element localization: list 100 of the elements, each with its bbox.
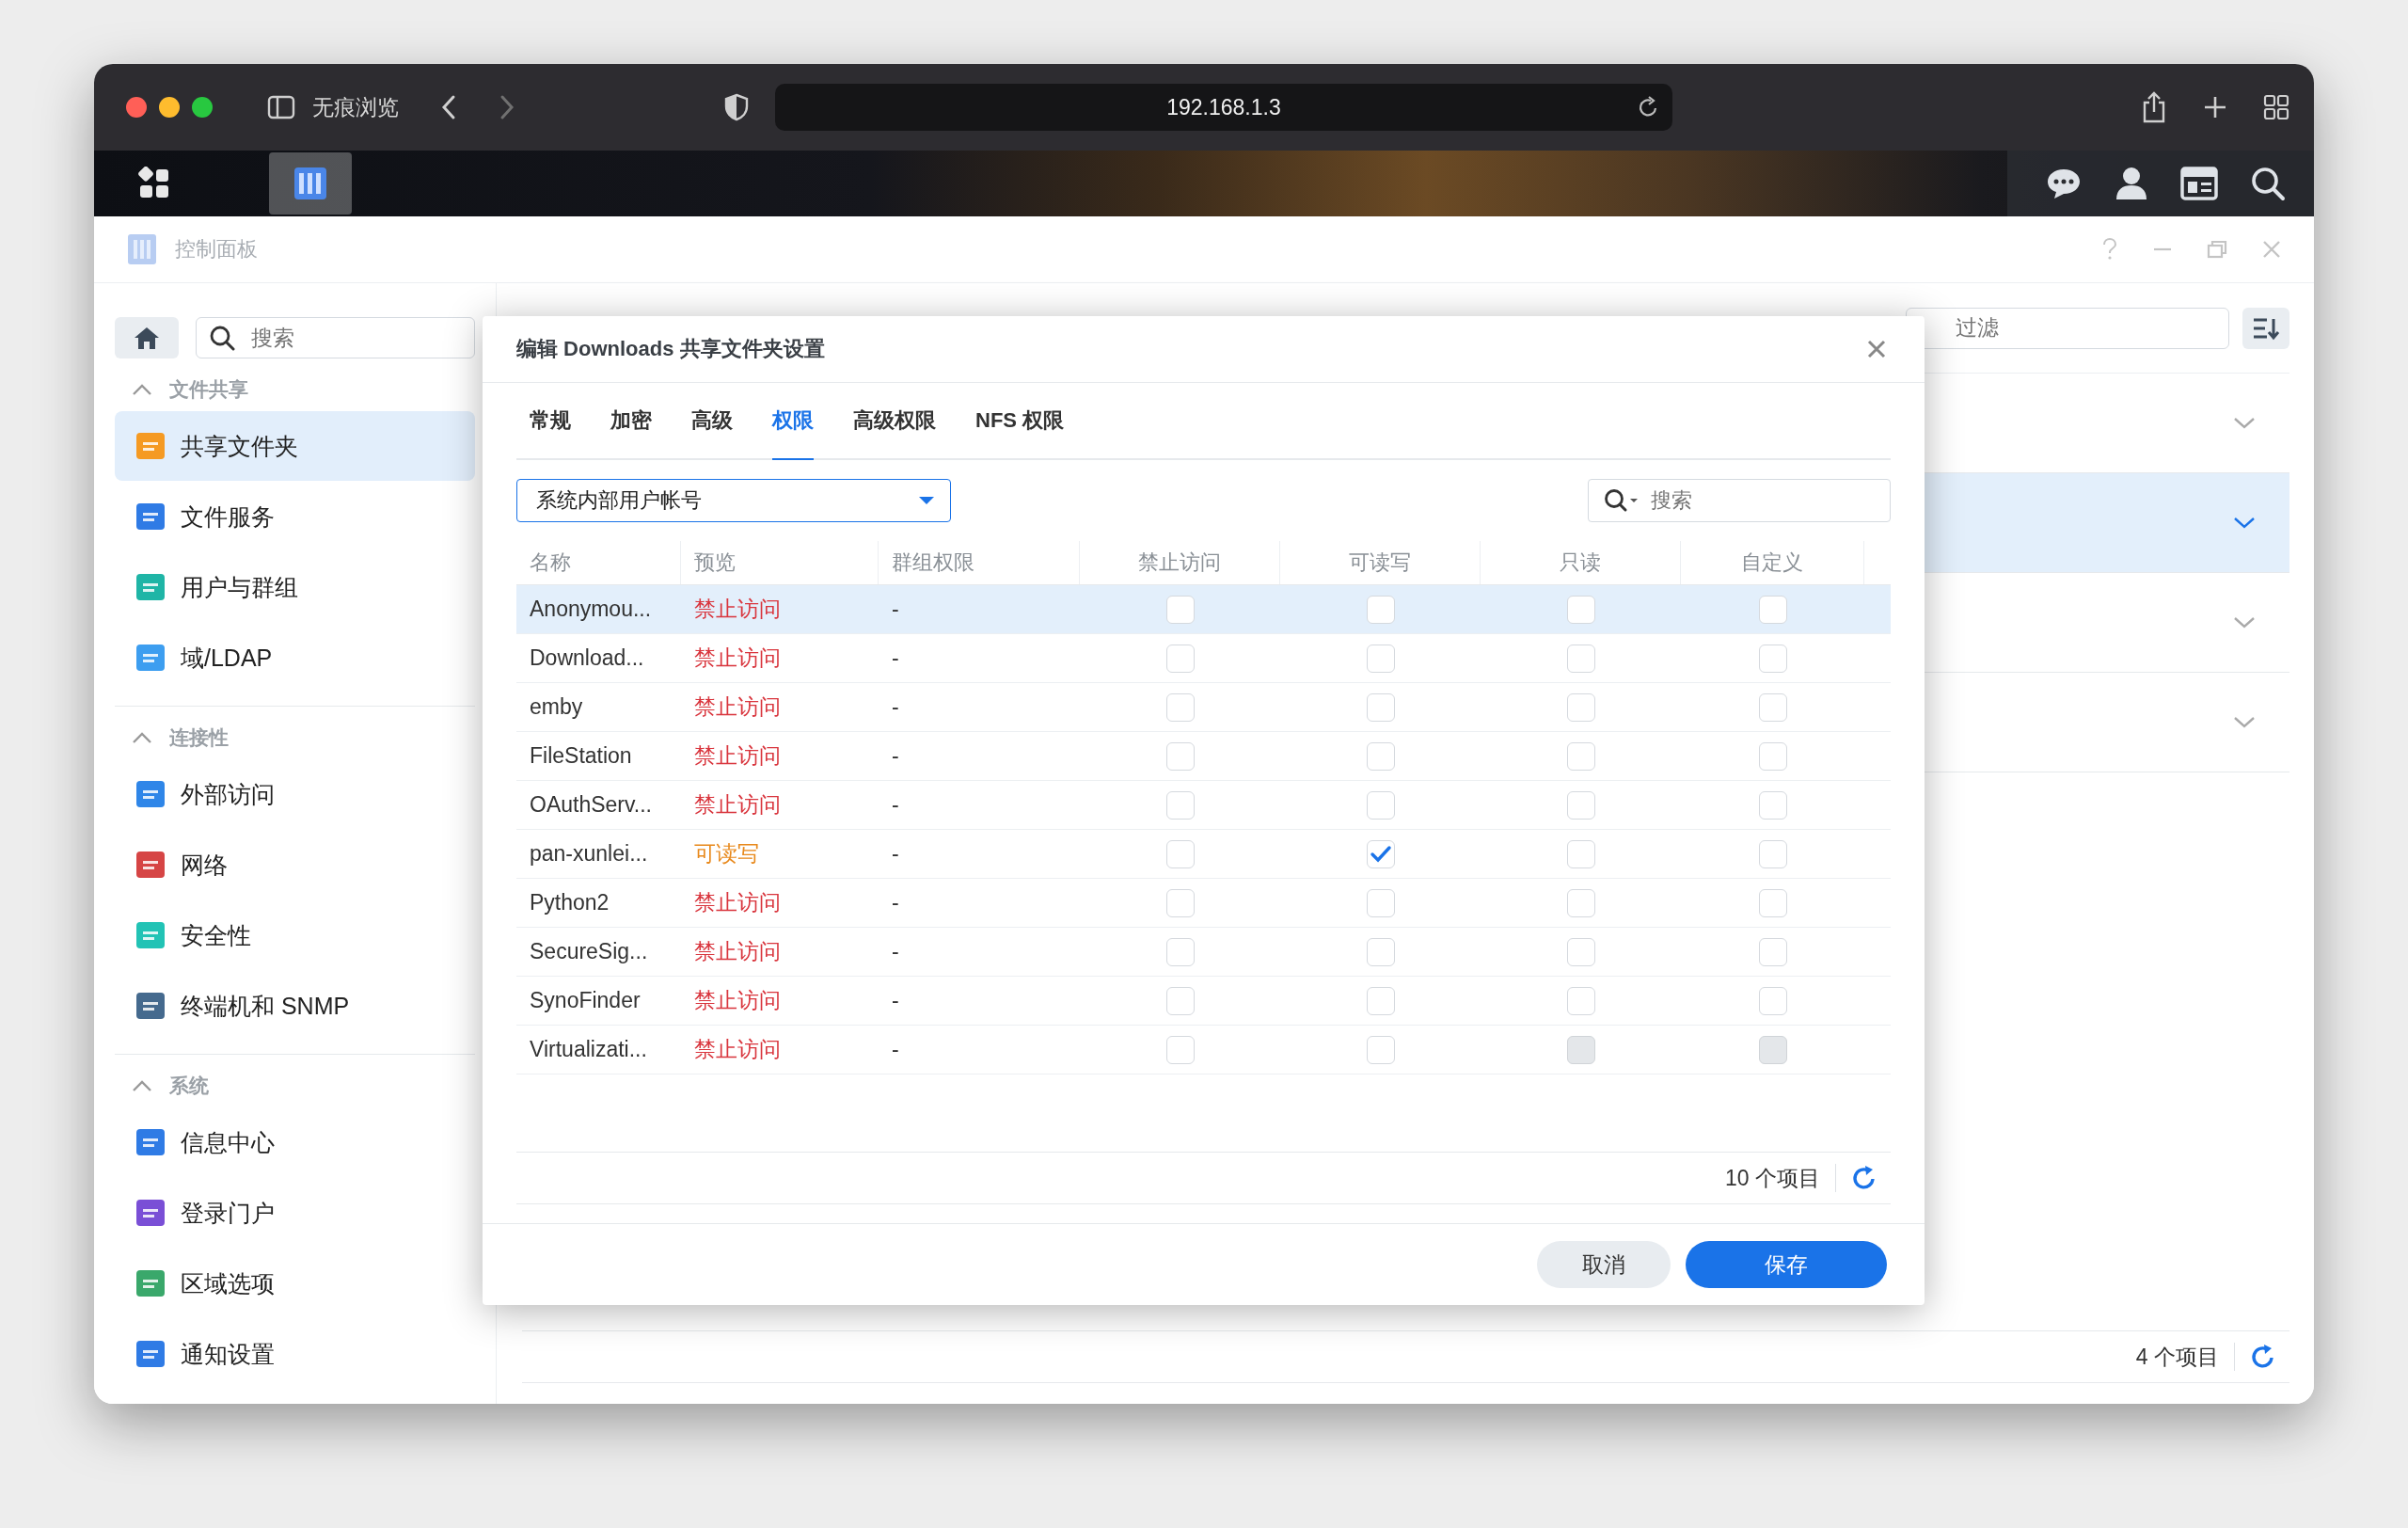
tab[interactable]: 常规 <box>530 383 571 458</box>
sort-button[interactable] <box>2242 307 2289 349</box>
chevron-down-icon[interactable] <box>2233 416 2256 430</box>
chevron-down-icon[interactable] <box>2233 516 2256 530</box>
checkbox[interactable] <box>1165 595 1195 624</box>
control-panel-taskbar-button[interactable] <box>269 152 352 215</box>
sidebar-item[interactable]: 域/LDAP <box>115 623 475 692</box>
close-icon[interactable] <box>2261 239 2282 260</box>
checkbox[interactable] <box>1165 839 1195 868</box>
minimize-light-icon[interactable] <box>159 97 180 118</box>
table-row[interactable]: SynoFinder 禁止访问 - <box>516 977 1891 1026</box>
checkbox[interactable] <box>1165 741 1195 771</box>
sidebar-item[interactable]: 终端机和 SNMP <box>115 971 475 1041</box>
table-row[interactable]: SecureSig... 禁止访问 - <box>516 928 1891 977</box>
checkbox[interactable] <box>1366 790 1395 820</box>
table-row[interactable]: pan-xunlei... 可读写 - <box>516 830 1891 879</box>
sidebar-item[interactable]: 区域选项 <box>115 1249 475 1318</box>
checkbox[interactable] <box>1758 741 1787 771</box>
widget-icon[interactable] <box>2180 167 2218 200</box>
table-row[interactable]: Download... 禁止访问 - <box>516 634 1891 683</box>
checkbox[interactable] <box>1566 839 1595 868</box>
sidebar-item[interactable]: 信息中心 <box>115 1107 475 1177</box>
checkbox[interactable] <box>1566 692 1595 722</box>
chevron-down-icon[interactable] <box>2233 715 2256 729</box>
checkbox[interactable] <box>1566 888 1595 917</box>
checkbox[interactable] <box>1758 644 1787 673</box>
filter-field[interactable]: 过滤 <box>1906 307 2229 349</box>
sidebar-item[interactable]: 文件服务 <box>115 482 475 551</box>
checkbox[interactable] <box>1366 741 1395 771</box>
share-icon[interactable] <box>2141 91 2167 123</box>
tab[interactable]: 权限 <box>772 383 814 460</box>
table-row[interactable]: Virtualizati... 禁止访问 - <box>516 1026 1891 1074</box>
checkbox[interactable] <box>1165 937 1195 966</box>
help-icon[interactable] <box>2101 238 2118 261</box>
user-icon[interactable] <box>2115 166 2148 201</box>
sidebar-item[interactable]: 用户与群组 <box>115 552 475 622</box>
chat-icon[interactable] <box>2045 167 2083 200</box>
checkbox[interactable] <box>1566 986 1595 1015</box>
checkbox[interactable] <box>1758 937 1787 966</box>
table-row[interactable]: OAuthServ... 禁止访问 - <box>516 781 1891 830</box>
checkbox[interactable] <box>1366 986 1395 1015</box>
checkbox[interactable] <box>1366 839 1395 868</box>
save-button[interactable]: 保存 <box>1686 1241 1887 1288</box>
sidebar-item[interactable]: 网络 <box>115 830 475 899</box>
checkbox[interactable] <box>1165 986 1195 1015</box>
tab[interactable]: 高级 <box>691 383 733 458</box>
search-field[interactable]: 搜索 <box>1588 479 1891 522</box>
restore-icon[interactable] <box>2207 239 2227 260</box>
checkbox[interactable] <box>1366 937 1395 966</box>
new-tab-icon[interactable] <box>2203 95 2227 119</box>
checkbox[interactable] <box>1165 790 1195 820</box>
checkbox[interactable] <box>1366 644 1395 673</box>
table-row[interactable]: emby 禁止访问 - <box>516 683 1891 732</box>
table-row[interactable]: FileStation 禁止访问 - <box>516 732 1891 781</box>
search-icon[interactable] <box>2250 166 2286 201</box>
checkbox[interactable] <box>1566 937 1595 966</box>
checkbox[interactable] <box>1366 692 1395 722</box>
home-button[interactable] <box>115 317 179 358</box>
sidebar-item[interactable]: 登录门户 <box>115 1178 475 1248</box>
checkbox[interactable] <box>1758 888 1787 917</box>
table-row[interactable]: Anonymou... 禁止访问 - <box>516 585 1891 634</box>
sidebar-item[interactable]: 通知设置 <box>115 1319 475 1389</box>
checkbox[interactable] <box>1566 790 1595 820</box>
tab-overview-icon[interactable] <box>2263 94 2289 120</box>
table-row[interactable]: Python2 禁止访问 - <box>516 879 1891 928</box>
checkbox[interactable] <box>1366 595 1395 624</box>
close-light-icon[interactable] <box>126 97 147 118</box>
checkbox[interactable] <box>1758 595 1787 624</box>
tab[interactable]: NFS 权限 <box>975 383 1065 458</box>
zoom-light-icon[interactable] <box>192 97 213 118</box>
checkbox[interactable] <box>1758 986 1787 1015</box>
tab[interactable]: 加密 <box>610 383 652 458</box>
checkbox[interactable] <box>1165 888 1195 917</box>
checkbox[interactable] <box>1165 692 1195 722</box>
user-type-dropdown[interactable]: 系统内部用户帐号 <box>516 479 951 522</box>
search-field[interactable]: 搜索 <box>196 317 475 358</box>
checkbox[interactable] <box>1566 595 1595 624</box>
checkbox[interactable] <box>1566 644 1595 673</box>
close-icon[interactable] <box>1866 339 1887 359</box>
checkbox[interactable] <box>1165 1035 1195 1064</box>
group-permission: - <box>891 987 900 1014</box>
forward-icon[interactable] <box>499 94 515 120</box>
refresh-icon[interactable] <box>2250 1344 2276 1370</box>
sidebar-toggle-icon[interactable] <box>267 95 295 119</box>
sidebar-item[interactable]: 安全性 <box>115 900 475 970</box>
checkbox[interactable] <box>1366 888 1395 917</box>
chevron-down-icon[interactable] <box>2233 615 2256 629</box>
sidebar-item[interactable]: 共享文件夹 <box>115 411 475 481</box>
checkbox[interactable] <box>1566 741 1595 771</box>
back-icon[interactable] <box>440 94 457 120</box>
checkbox[interactable] <box>1758 790 1787 820</box>
refresh-icon[interactable] <box>1851 1165 1877 1191</box>
tab[interactable]: 高级权限 <box>853 383 936 458</box>
cancel-button[interactable]: 取消 <box>1537 1241 1671 1288</box>
sidebar-item[interactable]: 外部访问 <box>115 759 475 829</box>
checkbox[interactable] <box>1366 1035 1395 1064</box>
checkbox[interactable] <box>1758 692 1787 722</box>
checkbox[interactable] <box>1165 644 1195 673</box>
checkbox[interactable] <box>1758 839 1787 868</box>
address-bar[interactable]: 192.168.1.3 <box>775 84 1672 131</box>
